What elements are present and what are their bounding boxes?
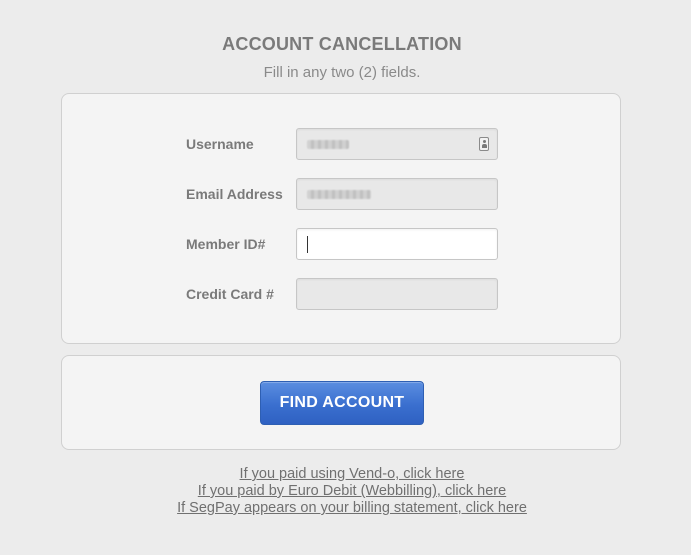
username-input[interactable] [296, 128, 498, 160]
credit-card-input[interactable] [296, 278, 498, 310]
payment-help-links: If you paid using Vend-o, click here If … [0, 466, 691, 517]
contact-card-icon[interactable] [479, 137, 489, 151]
email-input[interactable] [296, 178, 498, 210]
page-subtitle: Fill in any two (2) fields. [263, 64, 421, 81]
credit-card-row: Credit Card # [62, 278, 620, 310]
email-redacted-value [307, 190, 371, 199]
text-caret [307, 236, 308, 253]
member-id-row: Member ID# [62, 228, 620, 260]
action-panel: FIND ACCOUNT [61, 355, 621, 450]
cancellation-form-panel: Username Email Address Member ID# Credit… [61, 93, 621, 344]
username-label: Username [186, 136, 254, 152]
member-id-input[interactable] [296, 228, 498, 260]
find-account-button[interactable]: FIND ACCOUNT [260, 381, 424, 425]
credit-card-label: Credit Card # [186, 286, 274, 302]
member-id-label: Member ID# [186, 236, 266, 252]
email-label: Email Address [186, 186, 283, 202]
email-row: Email Address [62, 178, 620, 210]
page-title: ACCOUNT CANCELLATION [222, 34, 462, 54]
username-row: Username [62, 128, 620, 160]
username-redacted-value [307, 140, 349, 149]
vendo-link[interactable]: If you paid using Vend-o, click here [0, 466, 691, 483]
segpay-link[interactable]: If SegPay appears on your billing statem… [0, 500, 691, 517]
euro-debit-link[interactable]: If you paid by Euro Debit (Webbilling), … [0, 483, 691, 500]
